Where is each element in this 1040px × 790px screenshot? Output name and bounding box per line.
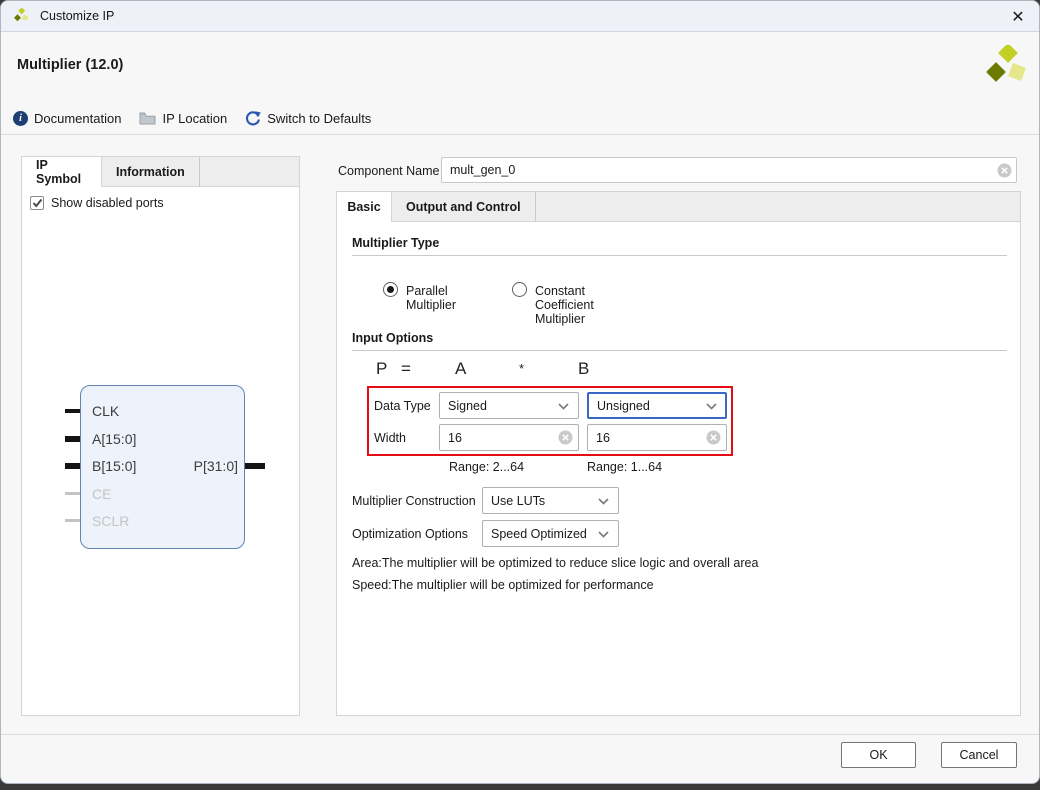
port-stub-clk [65,409,80,413]
tab-divider [535,192,536,221]
component-name-input[interactable] [441,157,1017,183]
tab-information[interactable]: Information [102,157,199,186]
b-range-label: Range: 1...64 [587,460,662,474]
tab-basic[interactable]: Basic [337,192,392,222]
chevron-down-icon [598,498,609,505]
cancel-button[interactable]: Cancel [941,742,1017,768]
equation-a: A [455,359,466,379]
multiplier-construction-value: Use LUTs [491,494,545,508]
chevron-down-icon [558,403,569,410]
window-title: Customize IP [40,9,114,23]
tab-divider [199,157,200,186]
clear-icon[interactable] [997,163,1012,178]
b-data-type-dropdown[interactable]: Unsigned [587,392,727,419]
info-icon: i [13,111,28,126]
customize-ip-dialog: Customize IP ✕ Multiplier (12.0) i Docum… [0,0,1040,784]
optimization-options-label: Optimization Options [352,527,468,541]
page-title: Multiplier (12.0) [17,57,123,73]
equation-star: * [519,361,524,376]
switch-to-defaults-label: Switch to Defaults [267,111,371,126]
folder-icon [139,112,156,125]
refresh-icon [245,110,261,126]
data-type-label: Data Type [374,399,431,413]
show-disabled-ports-checkbox[interactable] [30,196,44,210]
tab-output-and-control[interactable]: Output and Control [392,192,535,221]
equation-b: B [578,359,589,379]
width-label: Width [374,431,406,445]
multiplier-type-title: Multiplier Type [352,236,439,250]
optimization-options-dropdown[interactable]: Speed Optimized [482,520,619,547]
equation-eq: = [401,359,411,379]
component-name-label: Component Name [338,164,439,178]
port-label-a: A[15:0] [92,431,136,447]
left-tabstrip: IP Symbol Information [22,157,299,187]
close-button[interactable]: ✕ [1005,4,1031,30]
tab-ip-symbol[interactable]: IP Symbol [22,157,102,187]
clear-icon[interactable] [706,430,721,445]
radio-parallel-multiplier[interactable] [383,282,398,297]
area-note: Area:The multiplier will be optimized to… [352,556,758,570]
footer-separator [1,734,1039,735]
constant-coefficient-multiplier-label: Constant Coefficient Multiplier [535,284,594,326]
documentation-label: Documentation [34,111,121,126]
config-panel: Basic Output and Control Multiplier Type… [336,191,1021,716]
section-rule [352,255,1007,256]
multiplier-construction-label: Multiplier Construction [352,494,476,508]
port-label-sclr: SCLR [92,513,129,529]
clear-icon[interactable] [558,430,573,445]
chevron-down-icon [598,531,609,538]
toolbar: i Documentation IP Location Switch to De… [13,107,371,129]
parallel-multiplier-label: Parallel Multiplier [406,284,456,312]
switch-to-defaults-button[interactable]: Switch to Defaults [245,110,371,126]
main-tabstrip: Basic Output and Control [337,192,1020,222]
b-data-type-value: Unsigned [597,399,650,413]
radio-dot [387,286,394,293]
multiplier-construction-dropdown[interactable]: Use LUTs [482,487,619,514]
app-icon [13,8,30,24]
documentation-button[interactable]: i Documentation [13,111,121,126]
radio-constant-coefficient-multiplier[interactable] [512,282,527,297]
header-separator [1,134,1039,135]
port-label-b: B[15:0] [92,458,136,474]
port-stub-ce [65,492,80,495]
port-label-ce: CE [92,486,111,502]
ip-location-button[interactable]: IP Location [139,111,227,126]
show-disabled-ports-row: Show disabled ports [30,196,164,210]
ok-button[interactable]: OK [841,742,916,768]
a-range-label: Range: 2...64 [449,460,524,474]
optimization-options-value: Speed Optimized [491,527,587,541]
ip-location-label: IP Location [162,111,227,126]
a-data-type-dropdown[interactable]: Signed [439,392,579,419]
speed-note: Speed:The multiplier will be optimized f… [352,578,654,592]
xilinx-logo [985,45,1029,87]
port-stub-b [65,463,80,469]
port-label-clk: CLK [92,403,119,419]
input-options-title: Input Options [352,331,433,345]
port-label-p: P[31:0] [182,458,238,474]
checkmark-icon [32,198,43,208]
port-stub-a [65,436,80,442]
window-titlebar: Customize IP ✕ [1,1,1039,32]
port-stub-sclr [65,519,80,522]
ip-symbol-panel: IP Symbol Information Show disabled port… [21,156,300,716]
equation-p: P [376,359,387,379]
section-rule [352,350,1007,351]
a-data-type-value: Signed [448,399,487,413]
chevron-down-icon [706,403,717,410]
port-stub-p [245,463,265,469]
show-disabled-ports-label: Show disabled ports [51,196,164,210]
